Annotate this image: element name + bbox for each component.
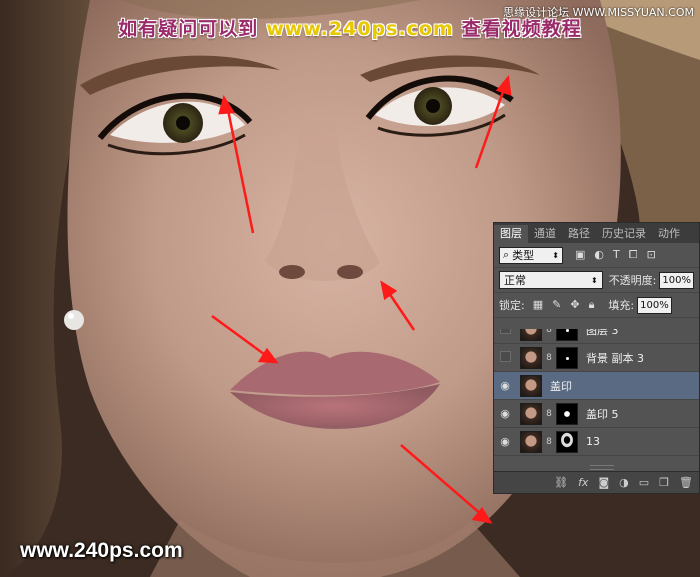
layer-row[interactable]: ◉ 8 盖印 5	[494, 400, 699, 428]
visibility-toggle[interactable]	[494, 351, 516, 365]
link-icon: 8	[546, 329, 552, 335]
opacity-label: 不透明度:	[608, 274, 657, 287]
image-icon[interactable]: ▣	[575, 248, 585, 262]
filter-kind-label: 类型	[512, 249, 535, 262]
new-layer-icon[interactable]: ❐	[659, 476, 669, 489]
layer-row[interactable]: 8 背景 副本 3	[494, 344, 699, 372]
layer-thumbnail	[520, 346, 542, 369]
layer-list: 8 图层 3 8 背景 副本 3 ◉ 盖印 ◉ 8 盖印 5 ◉ 8 13	[494, 329, 699, 467]
corner-watermark: 思缘设计论坛 WWW.MISSYUAN.COM	[503, 6, 694, 19]
lock-all-icon[interactable]: 🔒︎	[589, 298, 595, 312]
blend-mode-value: 正常	[504, 274, 526, 287]
layers-panel: 图层 通道 路径 历史记录 动作 ⌕ 类型 ⬍ ▣ ◐ T ⧠ ⊡ 正常 ⬍ 不…	[493, 222, 700, 494]
layer-name: 背景 副本 3	[586, 351, 644, 365]
layer-name: 盖印	[550, 379, 572, 393]
layer-thumbnail	[520, 374, 542, 397]
layer-name: 13	[586, 435, 600, 448]
layer-row[interactable]: 8 图层 3	[494, 329, 699, 344]
layer-mask-thumbnail[interactable]	[556, 402, 578, 425]
lock-move-icon[interactable]: ✥	[570, 298, 579, 312]
layer-thumbnail	[520, 430, 542, 453]
banner-site-link[interactable]: www.240ps.com	[266, 18, 454, 40]
search-icon: ⌕	[503, 248, 510, 261]
fx-icon[interactable]: fx	[578, 476, 588, 489]
link-icon[interactable]: ⛓	[554, 476, 568, 489]
panel-tabs: 图层 通道 路径 历史记录 动作	[494, 223, 699, 243]
layer-mask-thumbnail[interactable]	[556, 346, 578, 369]
layer-row[interactable]: ◉ 8 13	[494, 428, 699, 456]
add-mask-icon[interactable]: ◙	[598, 476, 609, 489]
tab-channels[interactable]: 通道	[528, 225, 562, 243]
tab-history[interactable]: 历史记录	[596, 225, 652, 243]
adjustment-layer-icon[interactable]: ◑	[619, 476, 629, 489]
smart-object-icon[interactable]: ⊡	[647, 248, 656, 262]
layer-name: 盖印 5	[586, 407, 619, 421]
type-icon[interactable]: T	[613, 248, 620, 262]
chevron-updown-icon: ⬍	[552, 250, 559, 260]
fill-label: 填充:	[608, 299, 635, 312]
lock-row: 锁定: ▦ ✎ ✥ 🔒︎ 填充: 100%	[494, 293, 699, 318]
delete-icon[interactable]: 🗑︎	[679, 476, 693, 489]
layer-mask-thumbnail[interactable]	[556, 329, 578, 341]
blend-mode-select[interactable]: 正常 ⬍	[499, 271, 603, 289]
lock-transparent-icon[interactable]: ▦	[533, 298, 543, 312]
link-icon: 8	[546, 436, 552, 447]
eye-icon[interactable]: ◉	[494, 379, 516, 392]
panel-bottom-bar: ⛓ fx ◙ ◑ ▭ ❐ 🗑︎	[494, 471, 699, 493]
link-icon: 8	[546, 352, 552, 363]
banner-left-text: 如有疑问可以到	[118, 18, 259, 40]
lock-label: 锁定:	[499, 299, 525, 312]
shape-icon[interactable]: ⧠	[629, 248, 638, 262]
group-icon[interactable]: ▭	[639, 476, 649, 489]
adjustment-icon[interactable]: ◐	[594, 248, 604, 262]
visibility-toggle[interactable]	[494, 329, 516, 337]
filter-row: ⌕ 类型 ⬍ ▣ ◐ T ⧠ ⊡	[494, 243, 699, 268]
layer-mask-thumbnail[interactable]	[556, 430, 578, 453]
banner-right-text: 查看视频教程	[461, 18, 582, 40]
tab-paths[interactable]: 路径	[562, 225, 596, 243]
blend-row: 正常 ⬍ 不透明度: 100%	[494, 268, 699, 293]
tab-layers[interactable]: 图层	[494, 225, 528, 243]
filter-kind-select[interactable]: ⌕ 类型 ⬍	[499, 246, 563, 264]
eye-icon[interactable]: ◉	[494, 435, 516, 448]
panel-resize-grip[interactable]	[590, 465, 614, 470]
layer-thumbnail	[520, 402, 542, 425]
opacity-field[interactable]: 100%	[659, 271, 694, 289]
link-icon: 8	[546, 408, 552, 419]
layer-thumbnail	[520, 329, 542, 341]
eye-icon[interactable]: ◉	[494, 407, 516, 420]
chevron-updown-icon: ⬍	[590, 275, 598, 285]
lock-paint-icon[interactable]: ✎	[552, 298, 561, 312]
footer-watermark: www.240ps.com	[20, 539, 183, 562]
fill-field[interactable]: 100%	[637, 296, 672, 314]
layer-name: 图层 3	[586, 329, 619, 337]
layer-row-selected[interactable]: ◉ 盖印	[494, 372, 699, 400]
tab-actions[interactable]: 动作	[652, 225, 686, 243]
